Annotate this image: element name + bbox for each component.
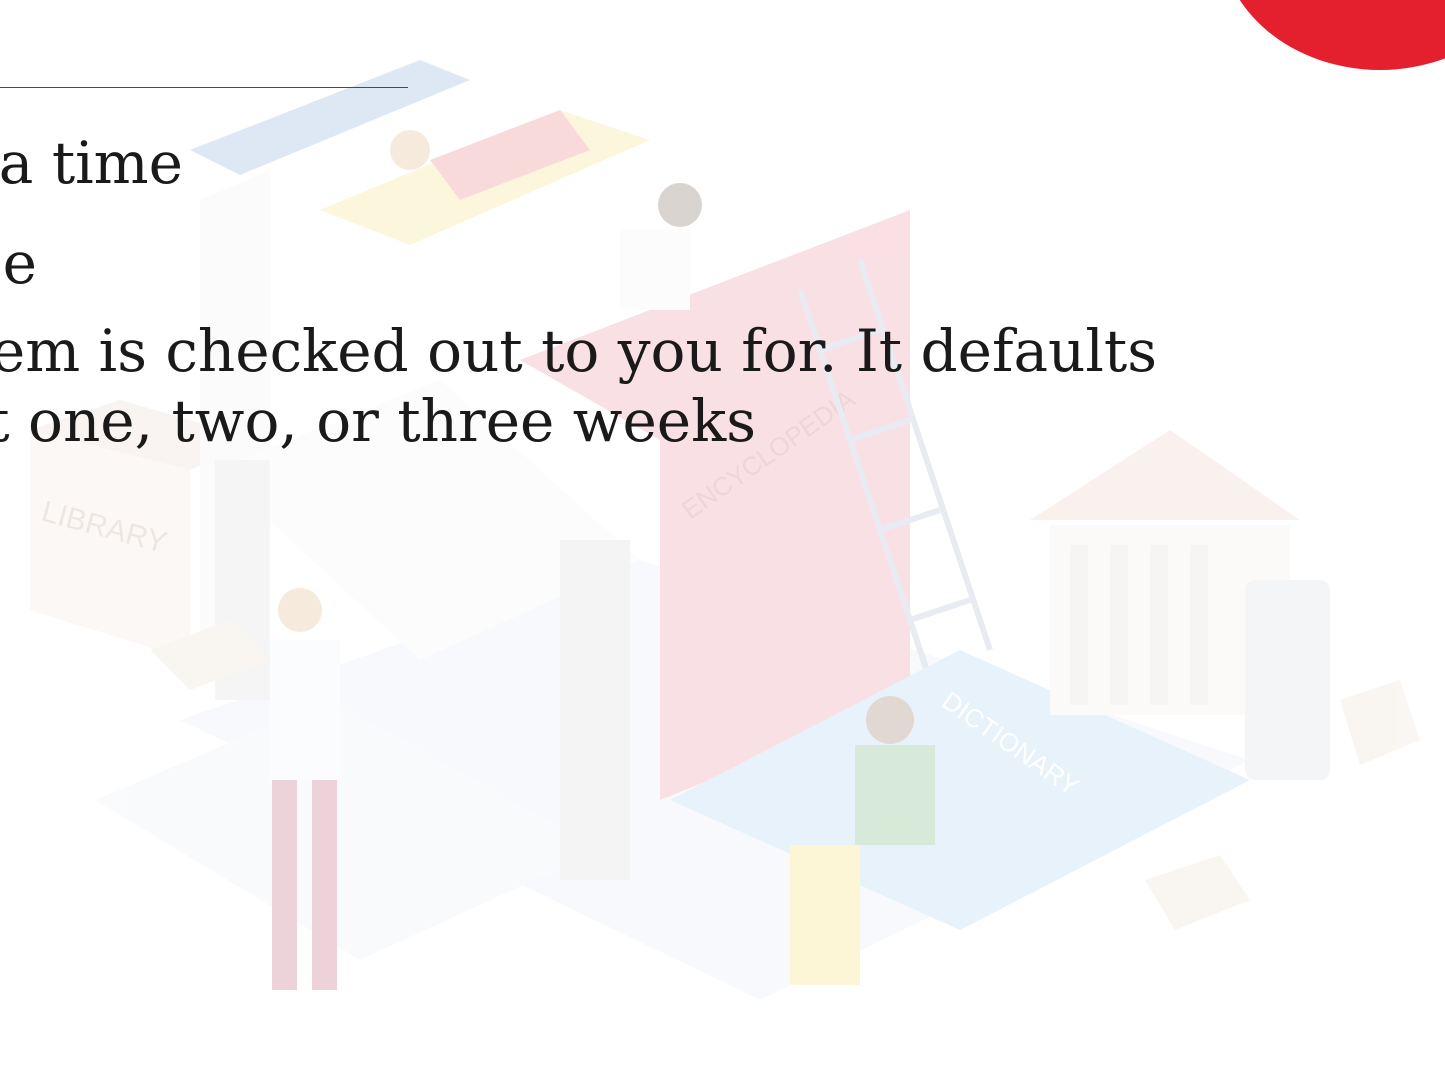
tablet: [1245, 580, 1330, 780]
body-text-line-3: em is checked out to you for. It default…: [0, 317, 1157, 385]
library-illustration: LIBRARY ENCYCLOPEDIA DICTIONARY: [30, 60, 1420, 1000]
screen-right: [560, 540, 630, 880]
book-stack-right: [1145, 855, 1250, 930]
slide: LIBRARY ENCYCLOPEDIA DICTIONARY a time e…: [0, 0, 1445, 1071]
title-underline: [0, 87, 408, 88]
person-sitting-top: [620, 183, 702, 310]
body-text-line-2: e: [2, 229, 37, 297]
body-text-line-1: a time: [0, 129, 183, 197]
body-text-line-4: t one, two, or three weeks: [0, 387, 756, 455]
book-stack-far-right: [1340, 680, 1420, 765]
